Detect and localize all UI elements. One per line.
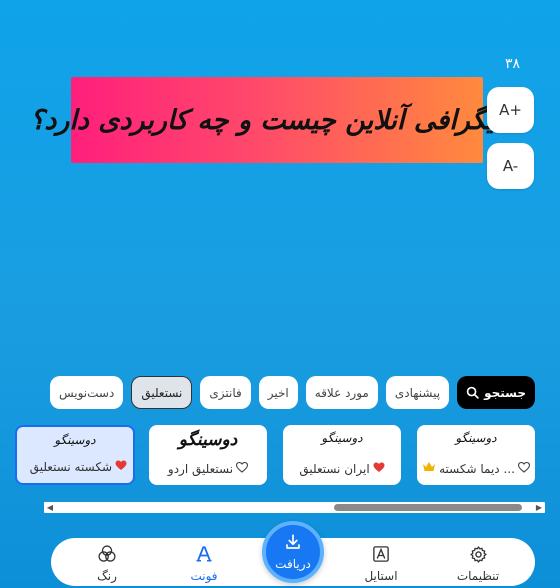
heart-filled-icon[interactable] (115, 460, 127, 474)
scroll-thumb[interactable] (334, 504, 522, 511)
font-sample: دوسینگو (455, 431, 497, 445)
nav-color-label: رنگ (97, 569, 117, 583)
font-card-shekasteh-nastaliq[interactable]: دوسینگو شکسته نستعلیق (15, 425, 135, 485)
font-card-iran-nastaliq[interactable]: دوسینگو ایران نستعلیق (283, 425, 401, 485)
filter-chip-favorites[interactable]: مورد علاقه (305, 376, 378, 409)
nav-settings[interactable]: تنظیمات (438, 544, 518, 583)
text-preview-banner[interactable]: گالیگرافی آنلاین چیست و چه کاربردی دارد؟ (30, 77, 524, 163)
font-sample: دوسینگو (321, 431, 363, 445)
font-card-urdu-nastaliq[interactable]: دوسینگو نستعلیق اردو (149, 425, 267, 485)
style-icon (370, 544, 392, 564)
nav-style-label: استایل (364, 569, 398, 583)
download-icon (284, 533, 302, 554)
filter-chip-handwriting[interactable]: دست‌نویس (49, 376, 124, 409)
font-name: ایران نستعلیق (299, 462, 370, 476)
font-name: نستعلیق اردو (167, 462, 234, 476)
nav-font[interactable]: فونت (164, 544, 244, 583)
search-icon (466, 386, 479, 399)
heart-outline-icon[interactable] (236, 462, 249, 476)
crown-icon (422, 461, 436, 476)
font-sample: دوسینگو (178, 430, 238, 450)
scroll-right-arrow-icon[interactable]: ▶ (533, 502, 545, 513)
font-name: دیما شکسته ... (439, 461, 515, 476)
heart-outline-icon[interactable] (517, 461, 530, 476)
nav-settings-label: تنظیمات (456, 569, 500, 583)
download-button[interactable]: دریافت (262, 521, 324, 583)
color-circles-icon (96, 544, 118, 564)
font-filter-bar: جستجو پیشنهادی مورد علاقه اخیر فانتزی نس… (49, 376, 535, 409)
nav-font-label: فونت (190, 569, 218, 583)
font-sample: دوسینگو (54, 433, 96, 447)
download-label: دریافت (275, 557, 311, 571)
decrease-size-button[interactable]: A- (487, 143, 534, 189)
search-chip[interactable]: جستجو (457, 376, 535, 409)
filter-chip-fantasy[interactable]: فانتزی (200, 376, 251, 409)
font-card-dima[interactable]: دوسینگو دیما شکسته ... (417, 425, 535, 485)
filter-chip-recent[interactable]: اخیر (258, 376, 298, 409)
filter-chip-suggested[interactable]: پیشنهادی (385, 376, 450, 409)
increase-size-button[interactable]: A+ (487, 87, 534, 133)
horizontal-scrollbar[interactable]: ◀ ▶ (44, 502, 545, 513)
filter-chip-nastaliq[interactable]: نستعلیق (131, 376, 193, 409)
heart-filled-icon[interactable] (373, 462, 385, 476)
font-size-value: ۳۸ (504, 56, 520, 72)
gear-icon (467, 544, 489, 564)
font-icon (193, 544, 215, 564)
font-name: شکسته نستعلیق (29, 460, 112, 474)
font-list: دوسینگو دیما شکسته ... دوسینگو ایران نست… (0, 425, 560, 487)
scroll-left-arrow-icon[interactable]: ◀ (44, 502, 56, 513)
preview-text: گالیگرافی آنلاین چیست و چه کاربردی دارد؟ (29, 104, 524, 136)
nav-color[interactable]: رنگ (67, 544, 147, 583)
search-chip-label: جستجو (484, 385, 526, 400)
nav-style[interactable]: استایل (341, 544, 421, 583)
